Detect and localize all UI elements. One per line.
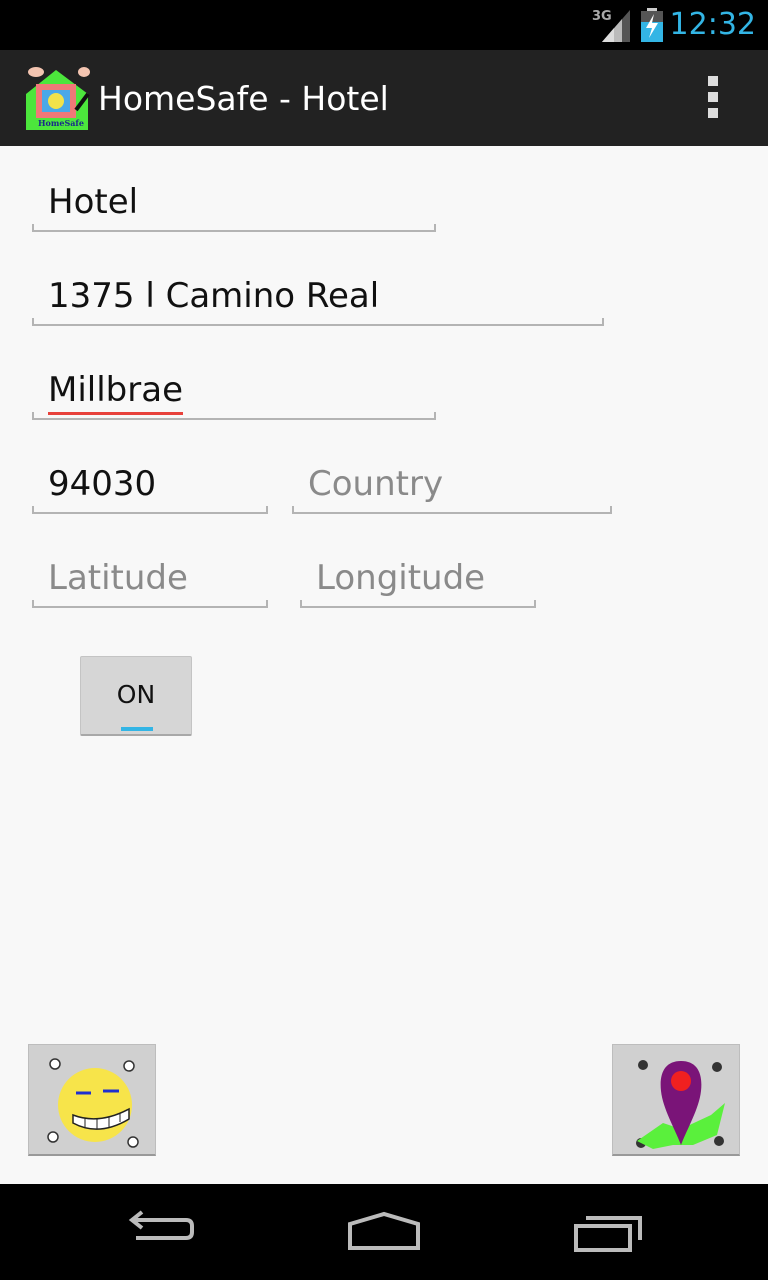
navigation-bar: [0, 1184, 768, 1280]
battery-charging-icon: [641, 8, 663, 42]
country-placeholder: Country: [308, 464, 444, 504]
smiley-face-icon: [47, 1058, 139, 1148]
signal-3g-icon: 3G: [592, 9, 630, 42]
smiley-button[interactable]: [28, 1044, 156, 1156]
clock: 12:32: [669, 7, 756, 42]
homesafe-app-icon[interactable]: HomeSafe: [22, 64, 92, 130]
map-button[interactable]: [612, 1044, 740, 1156]
action-bar: HomeSafe HomeSafe - Hotel: [0, 50, 768, 146]
back-icon[interactable]: [124, 1210, 196, 1254]
app-title: HomeSafe - Hotel: [98, 79, 389, 118]
toggle-label: ON: [116, 680, 156, 709]
latitude-field[interactable]: Latitude: [32, 548, 268, 608]
city-value: Millbrae: [48, 368, 183, 415]
street-field[interactable]: 1375 l Camino Real: [32, 266, 604, 326]
latitude-placeholder: Latitude: [48, 558, 188, 598]
svg-text:3G: 3G: [592, 9, 612, 24]
recent-apps-icon[interactable]: [572, 1210, 648, 1254]
country-field[interactable]: Country: [292, 454, 612, 514]
svg-text:HomeSafe: HomeSafe: [38, 118, 84, 128]
map-pin-icon: [636, 1060, 725, 1149]
name-field[interactable]: Hotel: [32, 172, 436, 232]
city-field[interactable]: Millbrae: [32, 360, 436, 420]
name-value: Hotel: [48, 182, 139, 222]
overflow-menu-icon[interactable]: [698, 76, 728, 122]
toggle-indicator: [121, 727, 153, 731]
zip-field[interactable]: 94030: [32, 454, 268, 514]
longitude-placeholder: Longitude: [316, 558, 486, 598]
zip-value: 94030: [48, 464, 157, 504]
street-value: 1375 l Camino Real: [48, 276, 380, 316]
on-toggle-button[interactable]: ON: [80, 656, 192, 736]
longitude-field[interactable]: Longitude: [300, 548, 536, 608]
home-icon[interactable]: [346, 1210, 422, 1254]
status-bar: 3G 12:32: [0, 0, 768, 50]
